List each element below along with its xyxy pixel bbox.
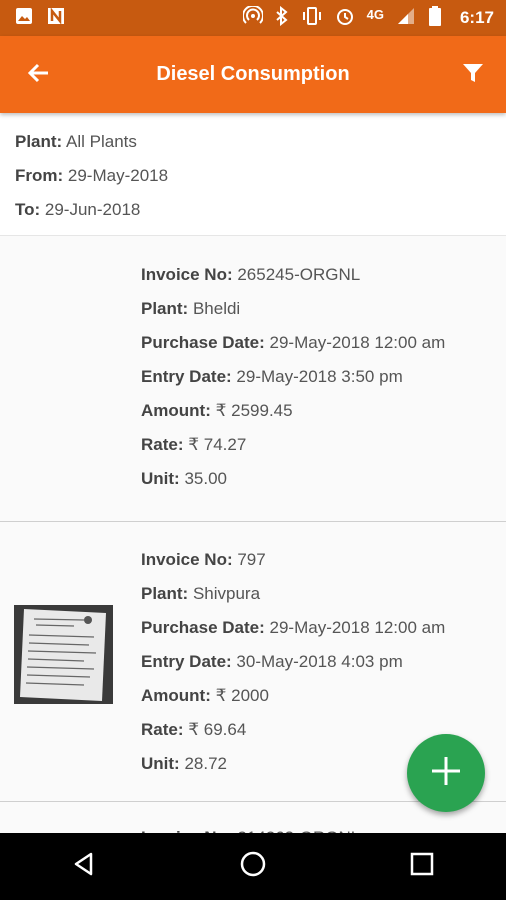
network-type: 4G bbox=[366, 6, 384, 22]
summary-from: From: 29-May-2018 bbox=[15, 166, 169, 185]
list-item[interactable]: Invoice No: 265245-ORGNL Plant: Bheldi P… bbox=[0, 237, 506, 522]
nav-back-icon bbox=[71, 851, 97, 882]
amount: Amount: ₹ 2000 bbox=[141, 686, 269, 705]
entry-date: Entry Date: 29-May-2018 3:50 pm bbox=[141, 367, 403, 386]
navigation-bar bbox=[0, 833, 506, 900]
purchase-date: Purchase Date: 29-May-2018 12:00 am bbox=[141, 333, 446, 352]
n-app-icon bbox=[46, 6, 66, 31]
nav-home-icon bbox=[239, 850, 267, 883]
back-button[interactable] bbox=[22, 58, 56, 92]
receipt-thumbnail[interactable] bbox=[14, 605, 113, 704]
nav-recents-button[interactable] bbox=[392, 837, 452, 897]
unit: Unit: 35.00 bbox=[141, 469, 227, 488]
image-icon bbox=[14, 6, 34, 31]
arrow-left-icon bbox=[26, 60, 52, 91]
filter-button[interactable] bbox=[456, 58, 490, 92]
amount: Amount: ₹ 2599.45 bbox=[141, 401, 293, 420]
unit: Unit: 28.72 bbox=[141, 754, 227, 773]
plant: Plant: Bheldi bbox=[141, 299, 241, 318]
page-title: Diesel Consumption bbox=[156, 63, 350, 85]
purchase-date: Purchase Date: 29-May-2018 12:00 am bbox=[141, 618, 446, 637]
summary-plant: Plant: All Plants bbox=[15, 132, 137, 151]
rate: Rate: ₹ 74.27 bbox=[141, 435, 247, 454]
bluetooth-icon bbox=[275, 5, 289, 31]
nav-back-button[interactable] bbox=[54, 837, 114, 897]
plant: Plant: Shivpura bbox=[141, 584, 261, 603]
add-entry-button[interactable] bbox=[407, 734, 485, 812]
signal-icon bbox=[396, 6, 416, 31]
app-bar: Diesel Consumption bbox=[0, 36, 506, 113]
battery-icon bbox=[428, 5, 442, 32]
entry-date: Entry Date: 30-May-2018 4:03 pm bbox=[141, 652, 403, 671]
alarm-icon bbox=[335, 6, 355, 31]
filter-summary: Plant: All Plants From: 29-May-2018 To: … bbox=[0, 113, 506, 236]
invoice-no: Invoice No: 797 bbox=[141, 550, 266, 569]
summary-to: To: 29-Jun-2018 bbox=[15, 200, 141, 219]
vibrate-icon bbox=[301, 6, 323, 31]
nav-recents-icon bbox=[410, 852, 434, 881]
clock: 6:17 bbox=[459, 8, 494, 27]
plus-icon bbox=[428, 753, 464, 794]
hotspot-icon bbox=[241, 4, 264, 31]
nav-home-button[interactable] bbox=[223, 837, 283, 897]
invoice-no: Invoice No: 265245-ORGNL bbox=[141, 265, 361, 284]
filter-icon bbox=[461, 61, 485, 90]
rate: Rate: ₹ 69.64 bbox=[141, 720, 247, 739]
status-bar: 4G 6:17 bbox=[0, 0, 506, 36]
